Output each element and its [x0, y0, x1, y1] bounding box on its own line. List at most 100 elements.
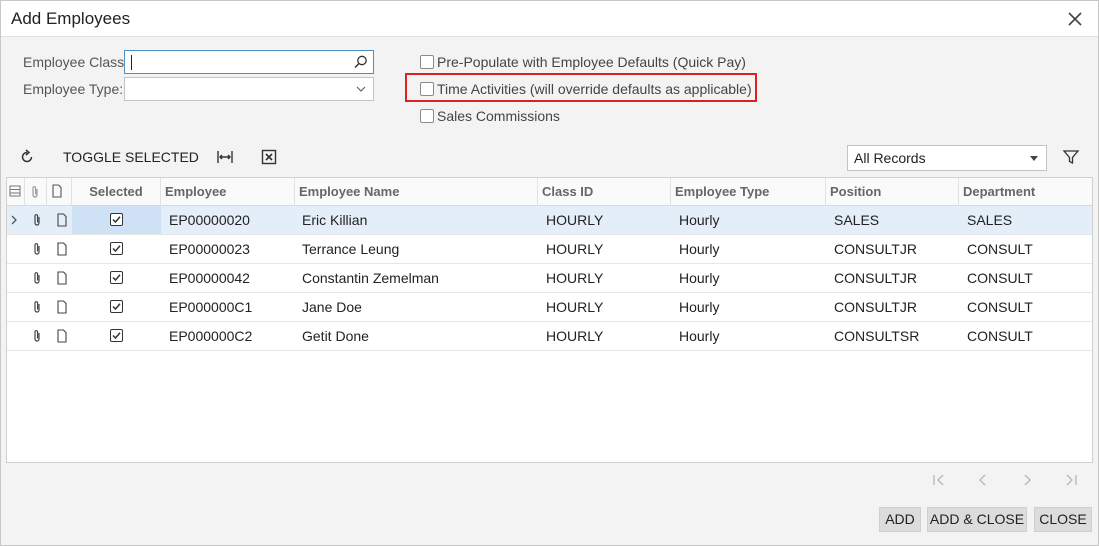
records-filter-select[interactable]: All Records — [847, 145, 1047, 171]
column-header-employee[interactable]: Employee — [161, 178, 295, 206]
note-icon — [52, 184, 62, 198]
cell-employee-name: Getit Done — [302, 328, 369, 344]
refresh-icon[interactable] — [18, 148, 36, 166]
cell-position: CONSULTJR — [834, 299, 917, 315]
column-settings-header[interactable] — [7, 178, 25, 206]
cell-employee-type: Hourly — [679, 328, 720, 344]
attachments-header — [25, 178, 47, 206]
cell-department: CONSULT — [967, 299, 1033, 315]
employee-class-label: Employee Class: — [23, 54, 129, 70]
cell-class-id: HOURLY — [546, 299, 604, 315]
paperclip-icon[interactable] — [30, 213, 44, 227]
note-icon[interactable] — [55, 213, 69, 227]
employee-type-label: Employee Type: — [23, 81, 124, 97]
cell-employee-type: Hourly — [679, 299, 720, 315]
cell-employee: EP000000C2 — [169, 328, 253, 344]
cell-position: SALES — [834, 212, 880, 228]
first-page-icon[interactable] — [930, 471, 948, 489]
note-icon[interactable] — [55, 271, 69, 285]
cell-employee-name: Eric Killian — [302, 212, 368, 228]
toggle-selected-button[interactable]: TOGGLE SELECTED — [63, 149, 199, 165]
next-page-icon[interactable] — [1018, 471, 1036, 489]
dropdown-arrow-icon — [1030, 156, 1038, 161]
column-header-department[interactable]: Department — [959, 178, 1092, 206]
paperclip-icon[interactable] — [30, 242, 44, 256]
text-caret — [131, 55, 132, 70]
cell-employee-type: Hourly — [679, 212, 720, 228]
column-header-employee-name[interactable]: Employee Name — [295, 178, 538, 206]
sales-commissions-label: Sales Commissions — [437, 108, 560, 124]
filter-icon[interactable] — [1062, 148, 1080, 166]
previous-page-icon[interactable] — [974, 471, 992, 489]
highlight-annotation — [405, 73, 757, 102]
sales-commissions-option[interactable]: Sales Commissions — [420, 108, 560, 124]
cell-department: CONSULT — [967, 270, 1033, 286]
add-button[interactable]: ADD — [879, 507, 921, 532]
employee-type-select[interactable] — [124, 77, 374, 101]
column-header-class-id[interactable]: Class ID — [538, 178, 671, 206]
selected-cell[interactable] — [72, 322, 161, 350]
prepopulate-label: Pre-Populate with Employee Defaults (Qui… — [437, 54, 746, 70]
checked-checkbox-icon[interactable] — [110, 329, 123, 342]
selected-cell[interactable] — [72, 264, 161, 292]
paperclip-icon[interactable] — [30, 300, 44, 314]
table-row[interactable]: EP000000C1 Jane Doe HOURLY Hourly CONSULTJR C… — [7, 293, 1092, 322]
current-row-indicator-icon — [11, 215, 17, 225]
sales-commissions-checkbox[interactable] — [420, 109, 434, 123]
cell-employee: EP00000023 — [169, 241, 250, 257]
prepopulate-option[interactable]: Pre-Populate with Employee Defaults (Qui… — [420, 54, 746, 70]
cell-employee-type: Hourly — [679, 241, 720, 257]
cell-employee-name: Jane Doe — [302, 299, 362, 315]
note-icon[interactable] — [55, 329, 69, 343]
paperclip-icon — [32, 186, 38, 198]
close-button[interactable]: CLOSE — [1034, 507, 1092, 532]
cell-department: CONSULT — [967, 241, 1033, 257]
fit-columns-icon[interactable] — [216, 148, 234, 166]
cell-department: SALES — [967, 212, 1013, 228]
note-icon[interactable] — [55, 300, 69, 314]
table-row[interactable]: EP00000020 Eric Killian HOURLY Hourly SALES S… — [7, 206, 1092, 235]
close-icon[interactable] — [1065, 9, 1085, 29]
column-header-employee-type[interactable]: Employee Type — [671, 178, 826, 206]
cell-department: CONSULT — [967, 328, 1033, 344]
selected-cell[interactable] — [72, 293, 161, 321]
cell-position: CONSULTJR — [834, 241, 917, 257]
checked-checkbox-icon[interactable] — [110, 300, 123, 313]
notes-header — [47, 178, 72, 206]
selected-cell[interactable] — [72, 235, 161, 263]
column-settings-icon[interactable] — [9, 185, 21, 197]
column-header-position[interactable]: Position — [826, 178, 959, 206]
checked-checkbox-icon[interactable] — [110, 271, 123, 284]
chevron-down-icon — [356, 86, 366, 92]
table-row[interactable]: EP000000C2 Getit Done HOURLY Hourly CONSULTS… — [7, 322, 1092, 351]
search-icon[interactable] — [353, 54, 369, 70]
table-row[interactable]: EP00000023 Terrance Leung HOURLY Hourly CONS… — [7, 235, 1092, 264]
paperclip-icon[interactable] — [30, 329, 44, 343]
cell-position: CONSULTJR — [834, 270, 917, 286]
add-and-close-button[interactable]: ADD & CLOSE — [927, 507, 1027, 532]
table-row[interactable]: EP00000042 Constantin Zemelman HOURLY Hourl… — [7, 264, 1092, 293]
cell-position: CONSULTSR — [834, 328, 920, 344]
excel-export-icon[interactable] — [260, 148, 278, 166]
cell-class-id: HOURLY — [546, 241, 604, 257]
employee-class-input[interactable] — [124, 50, 374, 74]
records-filter-value: All Records — [854, 150, 926, 166]
dialog-title: Add Employees — [11, 9, 131, 28]
title-bar: Add Employees — [1, 1, 1098, 37]
employees-grid: Selected Employee Employee Name Class ID… — [6, 177, 1093, 463]
last-page-icon[interactable] — [1062, 471, 1080, 489]
selected-cell[interactable] — [72, 206, 161, 234]
cell-employee: EP00000042 — [169, 270, 250, 286]
cell-employee: EP00000020 — [169, 212, 250, 228]
add-employees-dialog: Add Employees Employee Class: Employee T… — [0, 0, 1099, 546]
prepopulate-checkbox[interactable] — [420, 55, 434, 69]
checked-checkbox-icon[interactable] — [110, 213, 123, 226]
cell-employee-name: Constantin Zemelman — [302, 270, 439, 286]
cell-class-id: HOURLY — [546, 212, 604, 228]
grid-header: Selected Employee Employee Name Class ID… — [7, 178, 1092, 206]
column-header-selected[interactable]: Selected — [72, 178, 161, 206]
note-icon[interactable] — [55, 242, 69, 256]
paperclip-icon[interactable] — [30, 271, 44, 285]
cell-class-id: HOURLY — [546, 270, 604, 286]
checked-checkbox-icon[interactable] — [110, 242, 123, 255]
